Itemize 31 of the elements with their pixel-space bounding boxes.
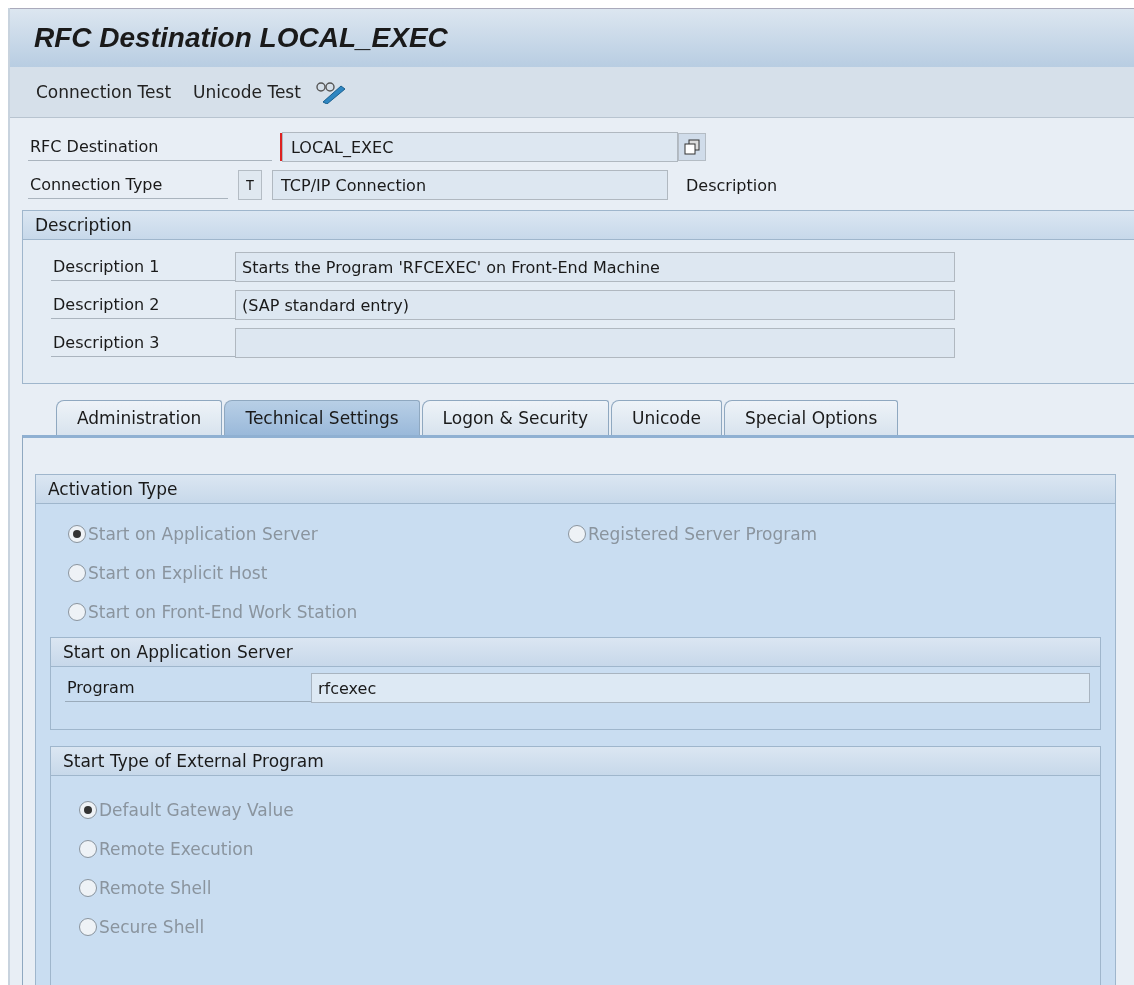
- toolbar-button[interactable]: Connection Test: [28, 78, 180, 106]
- radio-label: Start on Front-End Work Station: [88, 601, 358, 622]
- description-field[interactable]: Starts the Program 'RFCEXEC' on Front-End Machine: [235, 252, 955, 282]
- type-code-field[interactable]: T: [238, 170, 262, 200]
- field-label: RFC Destination: [28, 133, 272, 161]
- tab[interactable]: Administration: [56, 400, 223, 435]
- radio-label: Remote Shell: [99, 877, 212, 898]
- radio-label: Remote Execution: [99, 838, 254, 859]
- tab[interactable]: Special Options: [724, 400, 899, 435]
- radio-label: Default Gateway Value: [99, 799, 294, 820]
- toolbar-button[interactable]: Unicode Test: [185, 78, 309, 106]
- radio-label: Start on Application Server: [88, 523, 318, 544]
- program-field[interactable]: rfcexec: [311, 673, 1090, 703]
- description-field[interactable]: (SAP standard entry): [235, 290, 955, 320]
- description-label: Description: [686, 175, 778, 195]
- radio-label: Secure Shell: [99, 916, 205, 937]
- tab[interactable]: Logon & Security: [421, 400, 610, 435]
- destination-field[interactable]: LOCAL_EXEC: [282, 132, 678, 162]
- connection-type-field: TCP/IP Connection: [272, 170, 668, 200]
- field-label: Connection Type: [28, 171, 228, 199]
- tab[interactable]: Technical Settings: [224, 400, 420, 435]
- group-title: Start on Application Server: [51, 638, 1100, 667]
- group-title: Description: [23, 211, 1134, 240]
- copy-icon[interactable]: [678, 133, 706, 161]
- tab[interactable]: Unicode: [611, 400, 722, 435]
- group-title: Activation Type: [36, 475, 1115, 504]
- group-title: Start Type of External Program: [51, 747, 1100, 776]
- radio-label: Registered Server Program: [588, 523, 818, 544]
- radio-label: Start on Explicit Host: [88, 562, 268, 583]
- window-title: RFC Destination LOCAL_EXEC: [34, 22, 448, 54]
- description-field[interactable]: [235, 328, 955, 358]
